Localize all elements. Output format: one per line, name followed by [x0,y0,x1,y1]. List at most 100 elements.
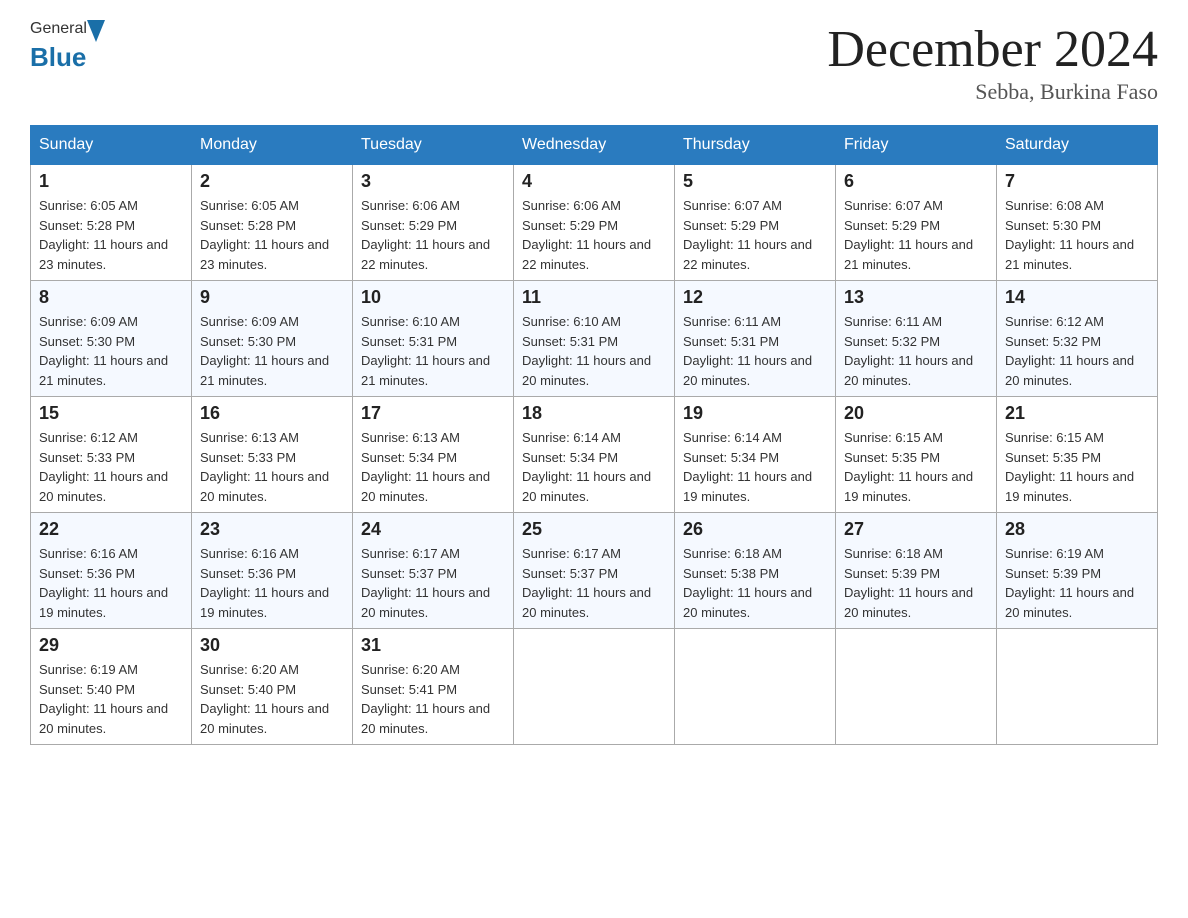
day-info: Sunrise: 6:20 AMSunset: 5:41 PMDaylight:… [361,660,505,738]
calendar-day-cell: 19Sunrise: 6:14 AMSunset: 5:34 PMDayligh… [675,397,836,513]
day-info: Sunrise: 6:15 AMSunset: 5:35 PMDaylight:… [1005,428,1149,506]
title-area: December 2024 Sebba, Burkina Faso [827,20,1158,105]
day-number: 18 [522,403,666,424]
calendar-week-row: 1 Sunrise: 6:05 AMSunset: 5:28 PMDaylight… [31,165,1158,281]
day-number: 17 [361,403,505,424]
empty-cell [675,629,836,745]
empty-cell [997,629,1158,745]
calendar-week-row: 15 Sunrise: 6:12 AMSunset: 5:33 PMDayligh… [31,397,1158,513]
day-number: 23 [200,519,344,540]
weekday-header-row: SundayMondayTuesdayWednesdayThursdayFrid… [31,126,1158,165]
day-info: Sunrise: 6:11 AMSunset: 5:32 PMDaylight:… [844,312,988,390]
day-number: 26 [683,519,827,540]
calendar-day-cell: 27Sunrise: 6:18 AMSunset: 5:39 PMDayligh… [836,513,997,629]
day-number: 28 [1005,519,1149,540]
day-number: 15 [39,403,183,424]
calendar-day-cell: 13 Sunrise: 6:11 AMSunset: 5:32 PMDayligh… [836,281,997,397]
logo-blue-text: Blue [30,42,86,73]
day-number: 20 [844,403,988,424]
day-number: 1 [39,171,183,192]
calendar-day-cell: 4 Sunrise: 6:06 AMSunset: 5:29 PMDaylight… [514,165,675,281]
day-info: Sunrise: 6:05 AMSunset: 5:28 PMDaylight:… [39,196,183,274]
logo-general-text: General [30,20,87,38]
day-info: Sunrise: 6:07 AMSunset: 5:29 PMDaylight:… [844,196,988,274]
empty-cell [514,629,675,745]
calendar-week-row: 22 Sunrise: 6:16 AMSunset: 5:36 PMDayligh… [31,513,1158,629]
day-info: Sunrise: 6:05 AMSunset: 5:28 PMDaylight:… [200,196,344,274]
weekday-header-saturday: Saturday [997,126,1158,165]
day-number: 16 [200,403,344,424]
calendar-day-cell: 5 Sunrise: 6:07 AMSunset: 5:29 PMDaylight… [675,165,836,281]
day-number: 31 [361,635,505,656]
month-title: December 2024 [827,20,1158,79]
weekday-header-thursday: Thursday [675,126,836,165]
day-info: Sunrise: 6:19 AMSunset: 5:40 PMDaylight:… [39,660,183,738]
day-info: Sunrise: 6:15 AMSunset: 5:35 PMDaylight:… [844,428,988,506]
calendar-day-cell: 20 Sunrise: 6:15 AMSunset: 5:35 PMDayligh… [836,397,997,513]
day-number: 19 [683,403,827,424]
calendar-day-cell: 11Sunrise: 6:10 AMSunset: 5:31 PMDayligh… [514,281,675,397]
calendar-day-cell: 17 Sunrise: 6:13 AMSunset: 5:34 PMDayligh… [353,397,514,513]
day-number: 30 [200,635,344,656]
day-number: 12 [683,287,827,308]
day-info: Sunrise: 6:12 AMSunset: 5:33 PMDaylight:… [39,428,183,506]
calendar-day-cell: 29Sunrise: 6:19 AMSunset: 5:40 PMDayligh… [31,629,192,745]
day-number: 22 [39,519,183,540]
calendar-day-cell: 14Sunrise: 6:12 AMSunset: 5:32 PMDayligh… [997,281,1158,397]
calendar-day-cell: 15 Sunrise: 6:12 AMSunset: 5:33 PMDayligh… [31,397,192,513]
weekday-header-friday: Friday [836,126,997,165]
day-info: Sunrise: 6:14 AMSunset: 5:34 PMDaylight:… [522,428,666,506]
calendar-day-cell: 30 Sunrise: 6:20 AMSunset: 5:40 PMDayligh… [192,629,353,745]
day-number: 9 [200,287,344,308]
day-info: Sunrise: 6:06 AMSunset: 5:29 PMDaylight:… [361,196,505,274]
day-number: 4 [522,171,666,192]
day-number: 2 [200,171,344,192]
day-number: 11 [522,287,666,308]
day-info: Sunrise: 6:10 AMSunset: 5:31 PMDaylight:… [361,312,505,390]
day-number: 8 [39,287,183,308]
day-info: Sunrise: 6:18 AMSunset: 5:38 PMDaylight:… [683,544,827,622]
calendar-day-cell: 18 Sunrise: 6:14 AMSunset: 5:34 PMDayligh… [514,397,675,513]
calendar-day-cell: 21 Sunrise: 6:15 AMSunset: 5:35 PMDayligh… [997,397,1158,513]
calendar-day-cell: 28 Sunrise: 6:19 AMSunset: 5:39 PMDayligh… [997,513,1158,629]
day-info: Sunrise: 6:20 AMSunset: 5:40 PMDaylight:… [200,660,344,738]
day-info: Sunrise: 6:13 AMSunset: 5:34 PMDaylight:… [361,428,505,506]
weekday-header-tuesday: Tuesday [353,126,514,165]
day-number: 13 [844,287,988,308]
day-info: Sunrise: 6:13 AMSunset: 5:33 PMDaylight:… [200,428,344,506]
calendar-day-cell: 16 Sunrise: 6:13 AMSunset: 5:33 PMDayligh… [192,397,353,513]
calendar-day-cell: 1 Sunrise: 6:05 AMSunset: 5:28 PMDaylight… [31,165,192,281]
weekday-header-sunday: Sunday [31,126,192,165]
calendar-table: SundayMondayTuesdayWednesdayThursdayFrid… [30,125,1158,745]
day-info: Sunrise: 6:08 AMSunset: 5:30 PMDaylight:… [1005,196,1149,274]
day-info: Sunrise: 6:06 AMSunset: 5:29 PMDaylight:… [522,196,666,274]
logo-arrow-icon [87,20,105,42]
day-info: Sunrise: 6:17 AMSunset: 5:37 PMDaylight:… [361,544,505,622]
calendar-day-cell: 23 Sunrise: 6:16 AMSunset: 5:36 PMDayligh… [192,513,353,629]
day-number: 10 [361,287,505,308]
calendar-day-cell: 22 Sunrise: 6:16 AMSunset: 5:36 PMDayligh… [31,513,192,629]
day-number: 6 [844,171,988,192]
day-number: 5 [683,171,827,192]
day-number: 21 [1005,403,1149,424]
day-number: 7 [1005,171,1149,192]
calendar-day-cell: 6 Sunrise: 6:07 AMSunset: 5:29 PMDaylight… [836,165,997,281]
day-number: 24 [361,519,505,540]
day-info: Sunrise: 6:16 AMSunset: 5:36 PMDaylight:… [200,544,344,622]
day-number: 3 [361,171,505,192]
day-info: Sunrise: 6:19 AMSunset: 5:39 PMDaylight:… [1005,544,1149,622]
day-info: Sunrise: 6:07 AMSunset: 5:29 PMDaylight:… [683,196,827,274]
calendar-day-cell: 3 Sunrise: 6:06 AMSunset: 5:29 PMDaylight… [353,165,514,281]
calendar-day-cell: 8 Sunrise: 6:09 AMSunset: 5:30 PMDaylight… [31,281,192,397]
calendar-day-cell: 31 Sunrise: 6:20 AMSunset: 5:41 PMDayligh… [353,629,514,745]
day-number: 25 [522,519,666,540]
day-info: Sunrise: 6:09 AMSunset: 5:30 PMDaylight:… [39,312,183,390]
location-subtitle: Sebba, Burkina Faso [827,79,1158,105]
day-info: Sunrise: 6:16 AMSunset: 5:36 PMDaylight:… [39,544,183,622]
day-info: Sunrise: 6:11 AMSunset: 5:31 PMDaylight:… [683,312,827,390]
calendar-day-cell: 10 Sunrise: 6:10 AMSunset: 5:31 PMDayligh… [353,281,514,397]
calendar-day-cell: 12 Sunrise: 6:11 AMSunset: 5:31 PMDayligh… [675,281,836,397]
calendar-day-cell: 9Sunrise: 6:09 AMSunset: 5:30 PMDaylight… [192,281,353,397]
day-number: 27 [844,519,988,540]
day-info: Sunrise: 6:12 AMSunset: 5:32 PMDaylight:… [1005,312,1149,390]
